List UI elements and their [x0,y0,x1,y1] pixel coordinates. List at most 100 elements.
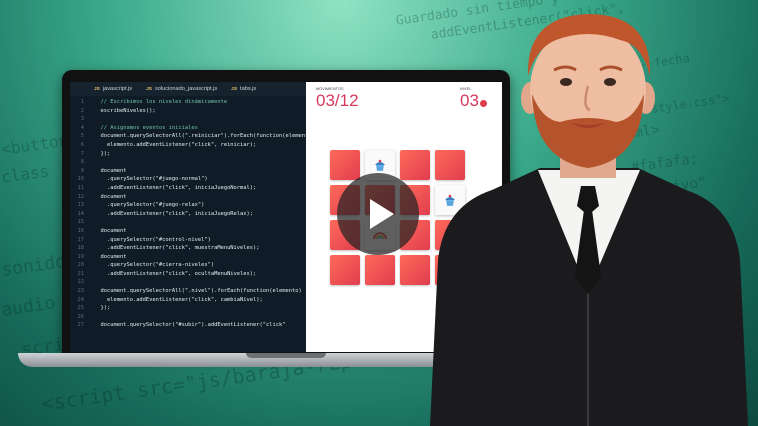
line-number: 2 [80,107,84,114]
code-text: elemento.addEventListener("click", reini… [94,141,257,148]
line-number: 16 [77,227,85,234]
code-text: .querySelector("#juego-relax") [94,202,205,209]
code-text: .addEventListener("click", ocultaMenuNiv… [94,270,257,277]
code-line: 9 document [70,167,306,176]
line-number: 25 [77,305,85,312]
js-file-icon: JS [146,87,152,92]
code-text: .querySelector("#control-nivel") [94,236,211,243]
line-number: 13 [77,202,85,209]
code-line: 23 document.querySelectorAll(".nivel").f… [70,287,306,296]
code-line: 4 // Asignamos eventos iniciales [70,124,306,133]
background-code-line: audio [0,292,57,321]
presenter-photo [430,14,748,426]
code-text: escribeNiveles(); [94,107,156,114]
line-number: 3 [80,116,84,123]
code-line: 19 document [70,253,306,262]
line-number: 15 [77,219,85,226]
line-number: 18 [77,245,85,252]
line-number: 21 [77,270,85,277]
code-line: 20 .querySelector("#cierra-niveles") [70,261,306,270]
line-number: 1 [80,99,84,105]
code-line: 21 .addEventListener("click", ocultaMenu… [70,270,306,279]
code-line: 2 escribeNiveles(); [70,107,306,116]
line-number: 27 [77,322,85,329]
line-number: 6 [80,141,84,148]
code-line: 11 .addEventListener("click", iniciaJueg… [70,184,306,193]
code-line: 15 [70,218,306,227]
code-line: 26 [70,313,306,322]
line-number: 20 [77,262,85,269]
editor-tab[interactable]: JS javascript.js [94,86,132,92]
memory-card[interactable] [330,255,360,285]
code-text: // Escribimos los niveles dinámicamente [94,99,228,105]
line-number: 24 [77,296,85,303]
code-line: 3 [70,115,306,124]
code-text: document [94,167,127,174]
code-text: .addEventListener("click", muestraMenuNi… [94,245,260,252]
editor-tab[interactable]: JS tabs.js [231,86,256,92]
movimientos-value: 03/12 [316,91,359,110]
code-line: 1 // Escribimos los niveles dinámicament… [70,98,306,107]
code-line: 27 document.querySelector("#subir").addE… [70,321,306,330]
memory-card[interactable] [365,255,395,285]
code-line: 10 .querySelector("#juego-normal") [70,175,306,184]
code-line: 13 .querySelector("#juego-relax") [70,201,306,210]
code-line: 6 elemento.addEventListener("click", rei… [70,141,306,150]
line-number: 7 [80,150,84,157]
line-number: 10 [77,176,85,183]
background-code-line: class [0,161,51,187]
code-text: // Asignamos eventos iniciales [94,124,198,131]
code-text: document [94,227,127,234]
code-text: .addEventListener("click", iniciaJuegoNo… [94,184,257,191]
line-number: 4 [80,124,84,131]
code-text: document.querySelector("#subir").addEven… [94,322,286,329]
code-line: 18 .addEventListener("click", muestraMen… [70,244,306,253]
editor-tab-label: solucionado_javascript.js [154,86,218,92]
code-line: 7 }); [70,150,306,159]
line-number: 5 [80,133,84,140]
line-number: 12 [77,193,85,200]
line-number: 19 [77,253,85,260]
line-number: 23 [77,288,85,295]
code-line: 14 .addEventListener("click", iniciaJueg… [70,210,306,219]
js-file-icon: JS [231,87,238,92]
js-file-icon: JS [94,87,100,92]
code-text: document.querySelectorAll(".reiniciar").… [94,133,315,140]
code-area: 1 // Escribimos los niveles dinámicament… [70,98,315,330]
cupcake-icon [373,158,387,172]
background-code-line: <button [0,130,70,159]
memory-card[interactable] [330,150,360,180]
code-text: elemento.addEventListener("click", cambi… [94,296,263,303]
editor-tab-label: javascript.js [102,86,133,92]
code-line: 17 .querySelector("#control-nivel") [70,236,306,245]
play-button[interactable] [337,173,419,255]
editor-tabs: JS javascript.js JS solucionado_javascript.… [70,82,306,96]
code-line: 16 document [70,227,306,236]
line-number: 8 [80,159,84,166]
code-line: 5 document.querySelectorAll(".reiniciar"… [70,132,315,141]
code-text: }); [94,305,111,312]
code-line: 12 document [70,193,306,202]
code-line: 8 [70,158,306,167]
editor-tab[interactable]: JS solucionado_javascript.js [146,86,217,92]
laptop-notch [246,353,326,358]
background-code-line: sonido [0,250,68,281]
play-icon [370,199,394,229]
code-text: document [94,253,127,260]
line-number: 26 [77,313,85,320]
line-number: 17 [77,236,85,243]
code-text: }); [94,150,111,157]
line-number: 11 [77,184,85,191]
code-text: .querySelector("#juego-normal") [94,176,208,183]
line-number: 14 [77,210,85,217]
code-text: document.querySelectorAll(".nivel").forE… [94,288,302,295]
code-line: 22 [70,278,306,287]
code-line: 25 }); [70,304,306,313]
code-text: document [94,193,127,200]
code-text: .querySelector("#cierra-niveles") [94,262,215,269]
code-text: .addEventListener("click", iniciaJuegoRe… [94,210,254,217]
line-number: 9 [80,167,84,174]
line-number: 22 [77,279,85,286]
code-editor: JS javascript.js JS solucionado_javascript.… [70,82,315,352]
code-line: 24 elemento.addEventListener("click", ca… [70,296,306,305]
